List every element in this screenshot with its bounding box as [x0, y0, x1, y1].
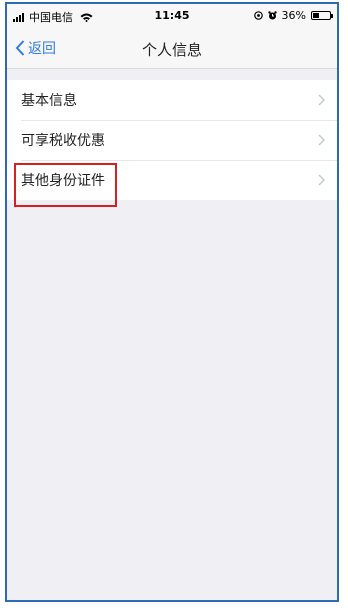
list-item-label: 基本信息	[21, 93, 77, 109]
battery-icon	[311, 11, 333, 20]
status-bar: 中国电信 11:45 36%	[7, 4, 337, 28]
list-item-basic-info[interactable]: 基本信息	[7, 80, 337, 120]
chevron-right-icon	[318, 134, 325, 146]
location-icon	[253, 11, 263, 20]
battery-fill	[313, 13, 319, 18]
navigation-bar: 返回 个人信息	[7, 28, 337, 69]
alarm-icon	[267, 11, 277, 20]
chevron-right-icon	[318, 174, 325, 186]
list-item-label: 可享税收优惠	[21, 133, 105, 149]
battery-percent: 36%	[281, 9, 306, 22]
page-title: 个人信息	[141, 41, 202, 59]
list-item-tax-benefits[interactable]: 可享税收优惠	[7, 120, 337, 160]
chevron-right-icon	[318, 94, 325, 106]
highlight-box	[14, 163, 117, 207]
phone-screen: 中国电信 11:45 36% 返回 个人信息 基本信息 可享税收优惠 其他身份证…	[5, 2, 339, 602]
status-right: 36%	[253, 9, 333, 22]
